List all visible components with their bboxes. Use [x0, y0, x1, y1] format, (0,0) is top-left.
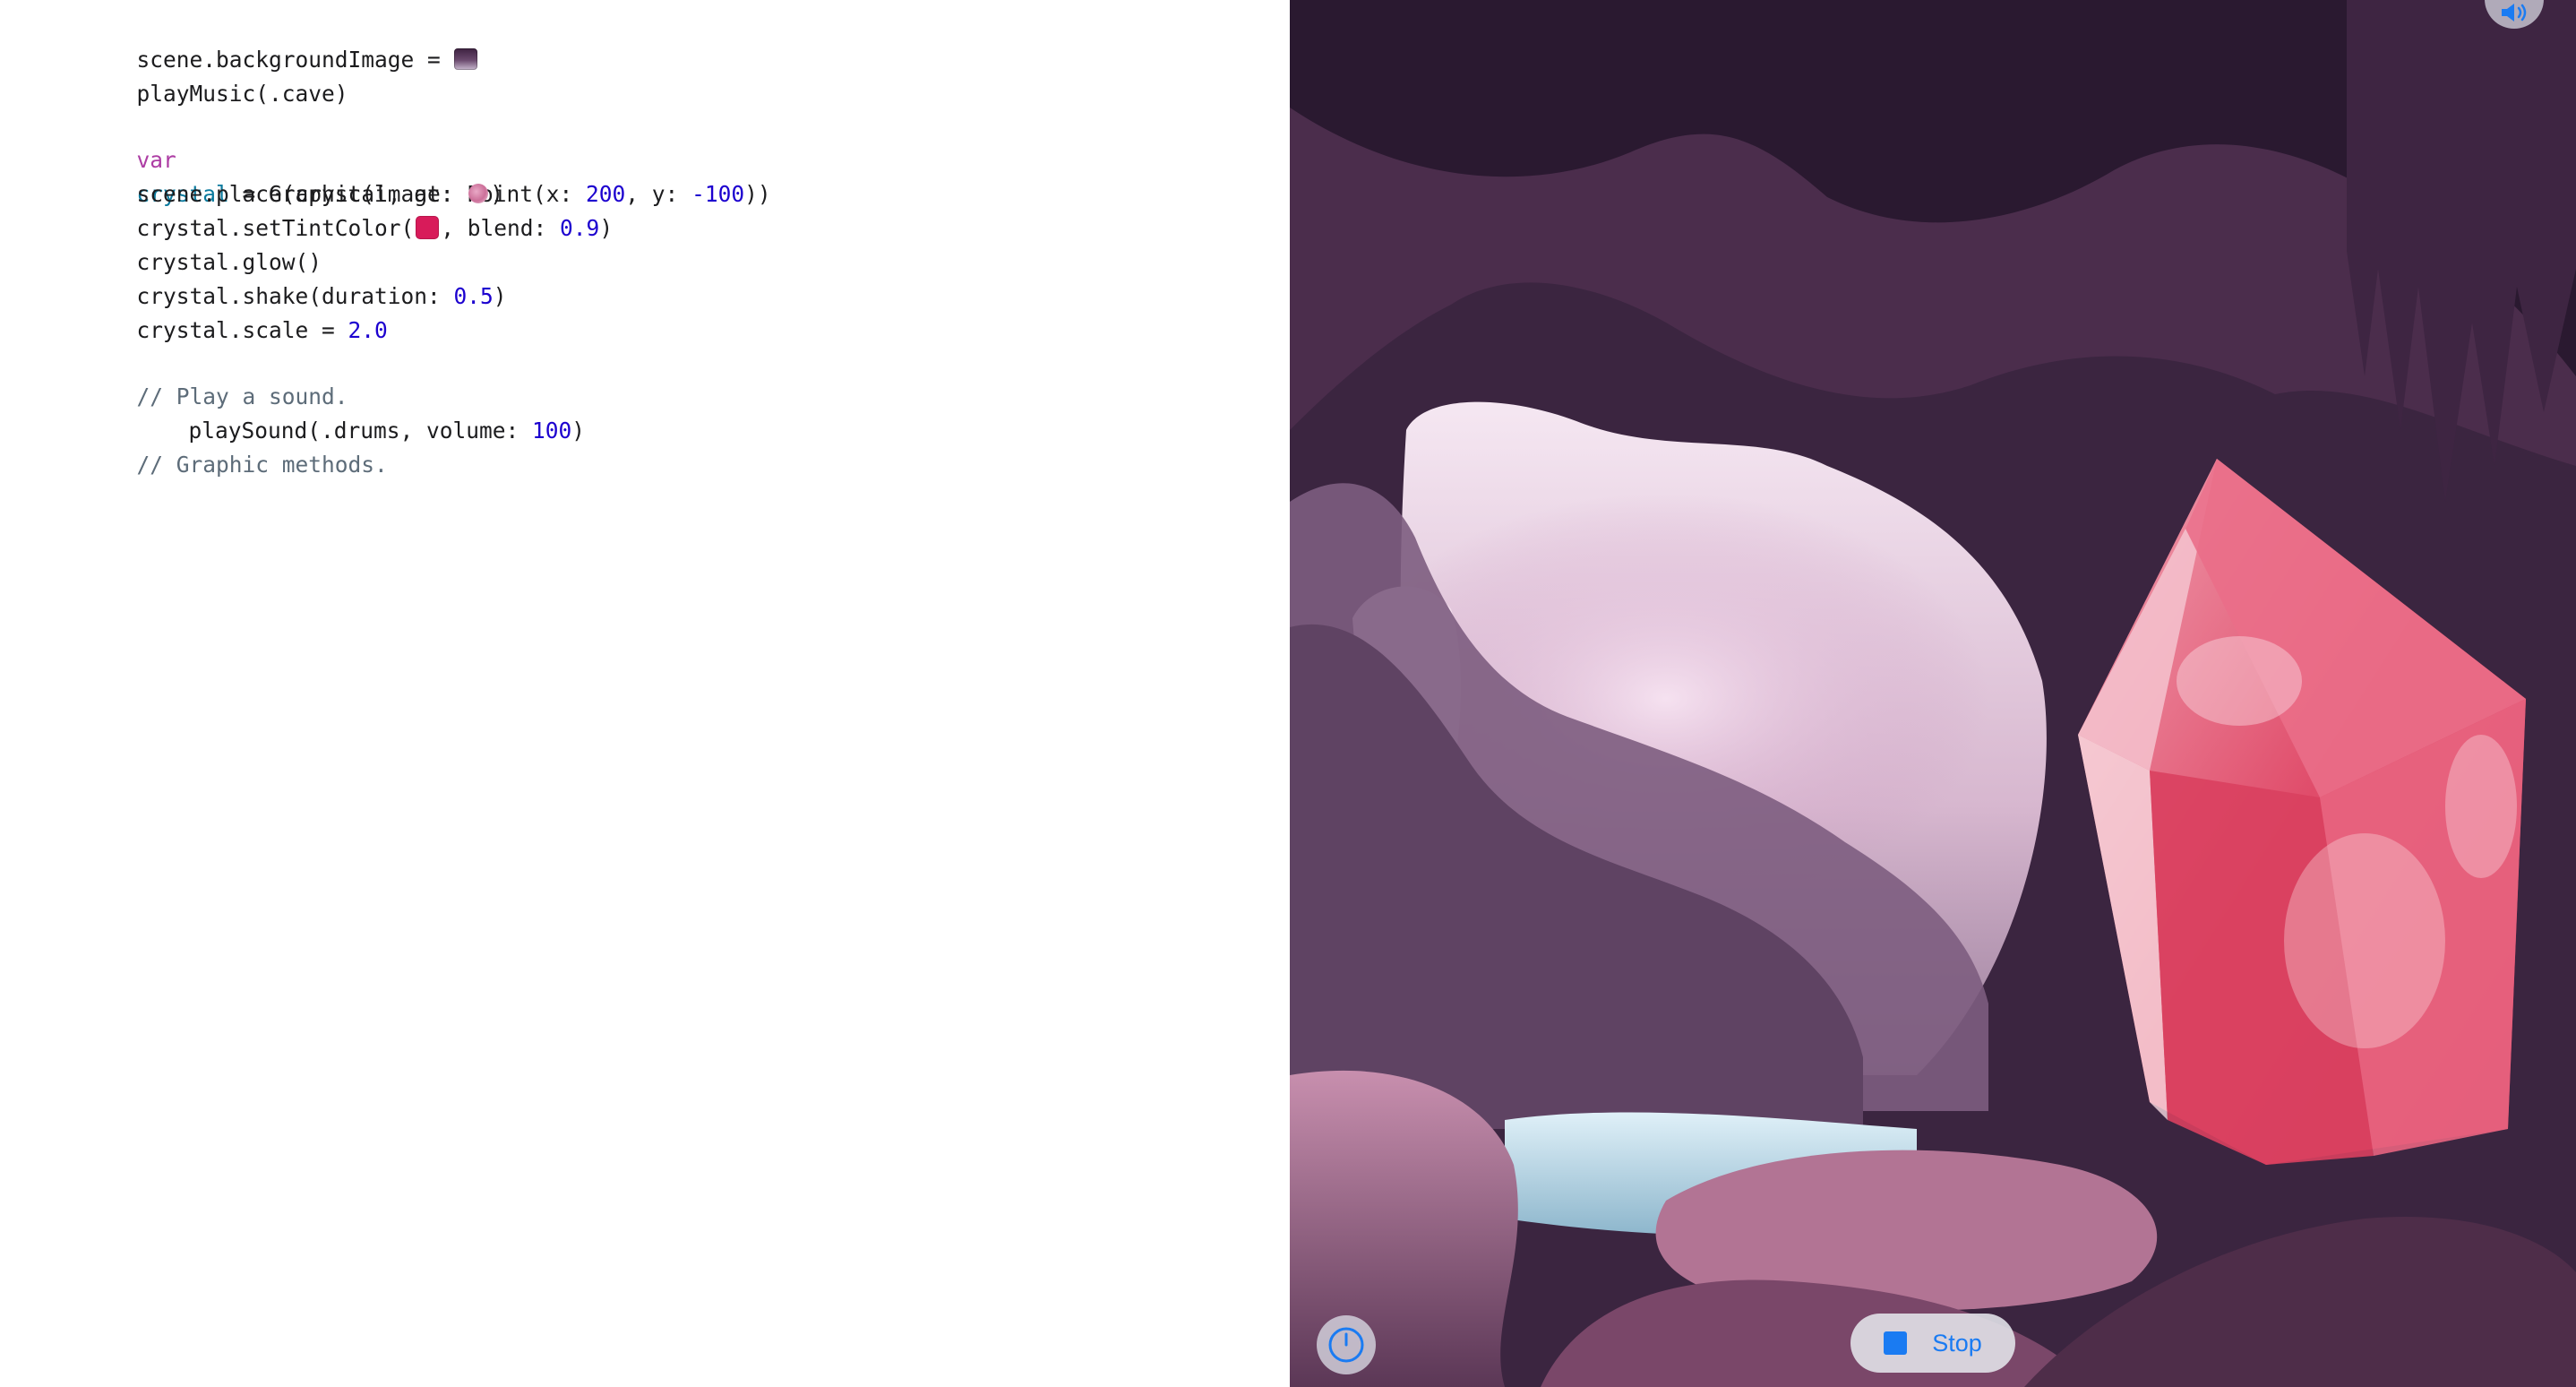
code-text: scene.backgroundImage =	[136, 47, 454, 73]
cave-scene-image	[1290, 0, 2576, 1387]
code-text: , blend:	[441, 215, 561, 241]
number-literal: 0.5	[453, 283, 494, 309]
code-line-9[interactable]: // Play a sound.	[57, 346, 771, 409]
code-editor[interactable]: scene.backgroundImage = playMusic(.cave)…	[0, 0, 1290, 1387]
number-literal: 200	[586, 181, 626, 207]
code-text: scene.place(crystal, at: Point(x:	[136, 181, 587, 207]
code-comment: // Play a sound.	[136, 383, 348, 409]
speaker-icon	[2502, 4, 2527, 22]
color-literal-swatch[interactable]	[416, 216, 440, 239]
code-text: crystal.setTintColor(	[136, 215, 415, 241]
stop-icon	[1884, 1331, 1908, 1355]
code-listing[interactable]: scene.backgroundImage = playMusic(.cave)…	[57, 9, 771, 478]
speedometer-icon	[1328, 1327, 1364, 1363]
number-literal: 0.9	[560, 215, 600, 241]
code-text: , y:	[625, 181, 692, 207]
stop-label: Stop	[1932, 1329, 1982, 1357]
code-text: )	[599, 215, 614, 241]
number-literal: 2.0	[348, 317, 388, 343]
number-literal: -100	[691, 181, 745, 207]
code-text: )	[493, 283, 507, 309]
code-comment: // Graphic methods.	[136, 452, 388, 478]
code-text: crystal.shake(duration:	[136, 283, 454, 309]
code-text: playSound(.drums, volume:	[188, 418, 533, 444]
code-text: crystal.scale =	[136, 317, 348, 343]
stop-button[interactable]: Stop	[1850, 1314, 2015, 1373]
code-line-3[interactable]: var crystal = Graphic(image: )	[57, 109, 771, 207]
speed-button[interactable]	[1317, 1315, 1376, 1374]
code-text: playMusic(.cave)	[136, 81, 348, 107]
background-image-literal-icon[interactable]	[453, 48, 477, 70]
code-text: )	[571, 418, 586, 444]
code-line-1[interactable]: scene.backgroundImage =	[57, 9, 771, 73]
keyword: var	[136, 147, 176, 173]
number-literal: 100	[532, 418, 572, 444]
code-text: ))	[744, 181, 771, 207]
live-view[interactable]: Stop	[1290, 0, 2576, 1387]
code-text: crystal.glow()	[136, 249, 322, 275]
